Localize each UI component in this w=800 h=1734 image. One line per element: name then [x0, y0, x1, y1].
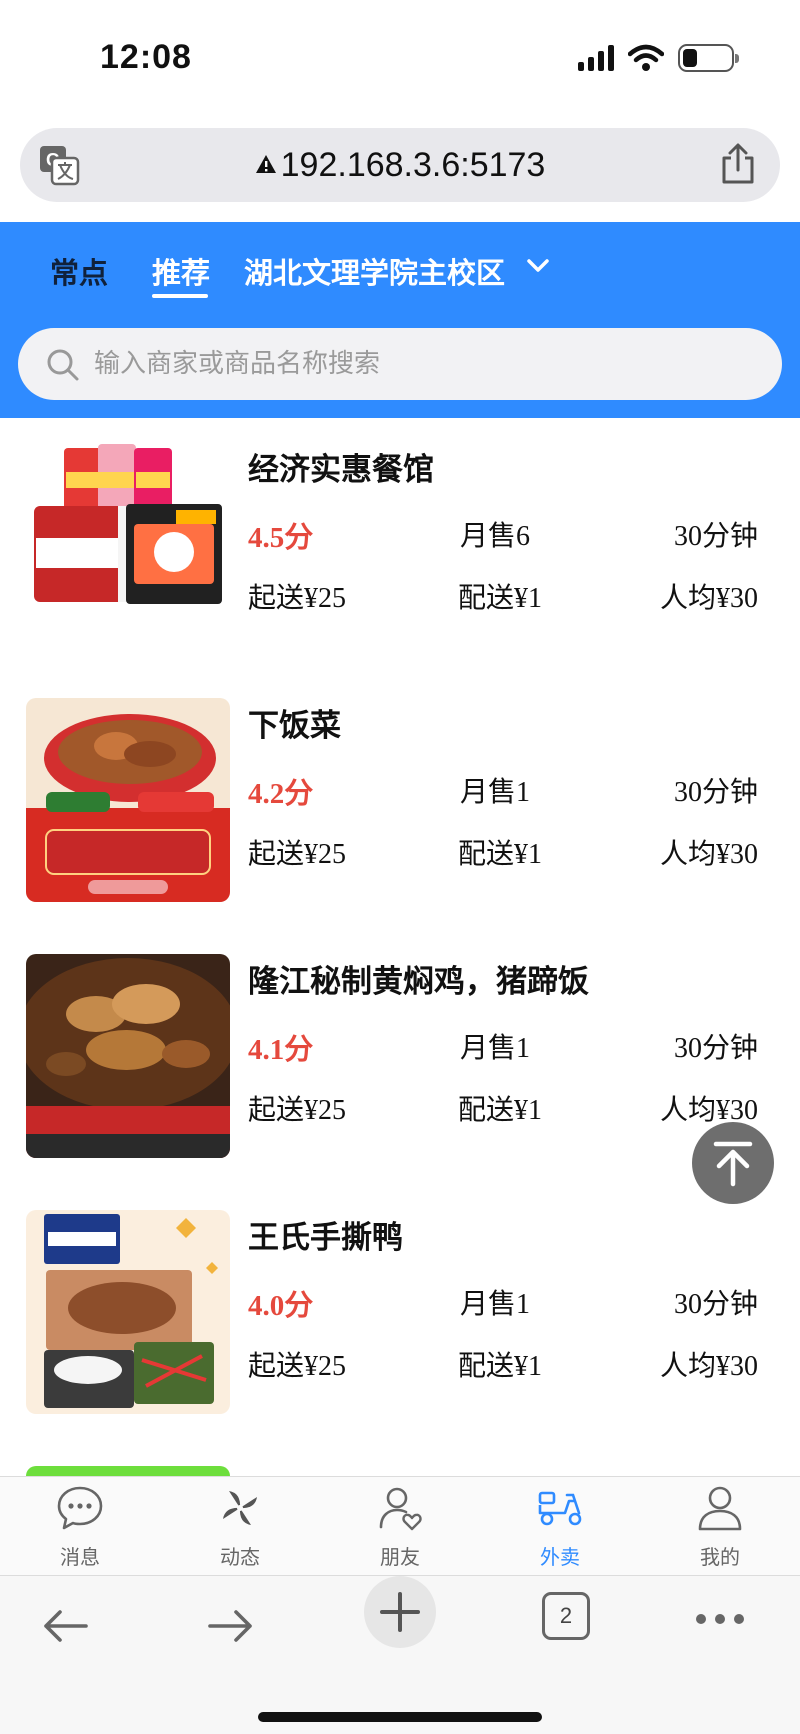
- tab-count: 2: [559, 1603, 573, 1628]
- tabs-button[interactable]: 2: [542, 1592, 590, 1640]
- shop-min-order: 起送¥25: [248, 839, 347, 870]
- back-to-top-button[interactable]: [692, 1122, 774, 1204]
- pinwheel-icon: [223, 1491, 257, 1525]
- shop-image: [26, 442, 230, 646]
- shop-card[interactable]: 隆江秘制黄焖鸡，猪蹄饭 4.1分 月售1 30分钟 起送¥25 配送¥1 人均¥…: [0, 930, 800, 1158]
- chevron-down-icon[interactable]: [526, 258, 550, 274]
- shop-rating: 4.2分: [248, 778, 314, 810]
- status-bar: 12:08: [0, 0, 800, 116]
- more-icon[interactable]: [694, 1612, 746, 1626]
- app-tab-bar: 消息 动态 朋友 外卖 我的: [0, 1476, 800, 1576]
- arrow-up-icon: [713, 1141, 753, 1187]
- url-text: 192.168.3.6:5173: [20, 146, 780, 185]
- shop-card[interactable]: 下饭菜 4.2分 月售1 30分钟 起送¥25 配送¥1 人均¥30: [0, 674, 800, 902]
- shop-card[interactable]: 经济实惠餐馆 4.5分 月售6 30分钟 起送¥25 配送¥1 人均¥30: [0, 418, 800, 646]
- shop-name: 王氏手撕鸭: [248, 1220, 403, 1256]
- campus-selector[interactable]: 湖北文理学院主校区: [244, 250, 505, 292]
- shop-card[interactable]: 王氏手撕鸭 4.0分 月售1 30分钟 起送¥25 配送¥1 人均¥30: [0, 1186, 800, 1414]
- search-bar[interactable]: [18, 328, 782, 400]
- shop-delivery-time: 30分钟: [673, 777, 758, 808]
- shop-avg-price: 人均¥30: [659, 583, 758, 614]
- tab-frequent[interactable]: 常点: [50, 250, 108, 292]
- shop-avg-price: 人均¥30: [659, 839, 758, 870]
- search-icon: [47, 349, 79, 381]
- shop-delivery-fee: 配送¥1: [458, 1351, 543, 1382]
- status-time: 12:08: [100, 38, 192, 76]
- shop-delivery-fee: 配送¥1: [458, 583, 543, 614]
- person-icon: [698, 1486, 742, 1531]
- tab-label: 外卖: [540, 1545, 580, 1569]
- shop-list[interactable]: 经济实惠餐馆 4.5分 月售6 30分钟 起送¥25 配送¥1 人均¥30 下饭…: [0, 418, 800, 1476]
- shop-avg-price: 人均¥30: [659, 1351, 758, 1382]
- shop-monthly-sales: 月售1: [460, 1033, 531, 1064]
- tab-takeaway[interactable]: 外卖: [480, 1477, 640, 1575]
- battery-icon: [678, 44, 739, 72]
- tab-label: 动态: [220, 1545, 260, 1569]
- new-tab-button[interactable]: [364, 1576, 436, 1648]
- shop-monthly-sales: 月售1: [460, 1289, 531, 1320]
- forward-arrow-icon[interactable]: [206, 1606, 256, 1646]
- shop-image: [26, 698, 230, 902]
- wifi-icon: [628, 44, 664, 71]
- shop-rating: 4.0分: [248, 1290, 314, 1322]
- tab-recommended[interactable]: 推荐: [152, 250, 210, 292]
- shop-rating: 4.1分: [248, 1034, 314, 1066]
- shop-image: [26, 954, 230, 1158]
- tab-profile[interactable]: 我的: [640, 1477, 800, 1575]
- shop-delivery-time: 30分钟: [673, 1289, 758, 1320]
- tab-friends[interactable]: 朋友: [320, 1477, 480, 1575]
- share-icon[interactable]: [718, 142, 758, 186]
- shop-image: [26, 1466, 230, 1476]
- back-arrow-icon[interactable]: [40, 1606, 90, 1646]
- shop-min-order: 起送¥25: [248, 1095, 347, 1126]
- shop-card[interactable]: [0, 1442, 800, 1476]
- friends-icon: [379, 1487, 422, 1531]
- shop-delivery-fee: 配送¥1: [458, 839, 543, 870]
- search-input[interactable]: [94, 342, 734, 386]
- shop-monthly-sales: 月售1: [460, 777, 531, 808]
- shop-image: [26, 1210, 230, 1414]
- shop-name: 下饭菜: [248, 708, 341, 744]
- scooter-icon: [538, 1491, 582, 1526]
- plus-icon: [380, 1592, 420, 1632]
- app-header: 常点 推荐 湖北文理学院主校区: [0, 222, 800, 418]
- active-tab-indicator: [152, 294, 208, 298]
- status-icons: [578, 44, 739, 72]
- tab-label: 我的: [700, 1545, 740, 1569]
- shop-min-order: 起送¥25: [248, 583, 347, 614]
- signal-icon: [578, 45, 614, 71]
- url-value: 192.168.3.6:5173: [280, 146, 546, 184]
- tab-messages[interactable]: 消息: [0, 1477, 160, 1575]
- home-indicator: [258, 1712, 542, 1722]
- shop-min-order: 起送¥25: [248, 1351, 347, 1382]
- shop-name: 隆江秘制黄焖鸡，猪蹄饭: [248, 964, 589, 1000]
- browser-toolbar: 2: [0, 1576, 800, 1734]
- address-bar[interactable]: G 192.168.3.6:5173: [20, 128, 780, 202]
- shop-delivery-time: 30分钟: [673, 1033, 758, 1064]
- shop-delivery-fee: 配送¥1: [458, 1095, 543, 1126]
- tab-moments[interactable]: 动态: [160, 1477, 320, 1575]
- chat-icon: [57, 1486, 103, 1530]
- shop-monthly-sales: 月售6: [460, 521, 531, 552]
- tab-label: 消息: [60, 1545, 100, 1569]
- shop-rating: 4.5分: [248, 522, 314, 554]
- shop-delivery-time: 30分钟: [673, 521, 758, 552]
- warning-icon: [255, 155, 276, 174]
- tab-label: 朋友: [380, 1545, 420, 1569]
- shop-name: 经济实惠餐馆: [248, 452, 434, 488]
